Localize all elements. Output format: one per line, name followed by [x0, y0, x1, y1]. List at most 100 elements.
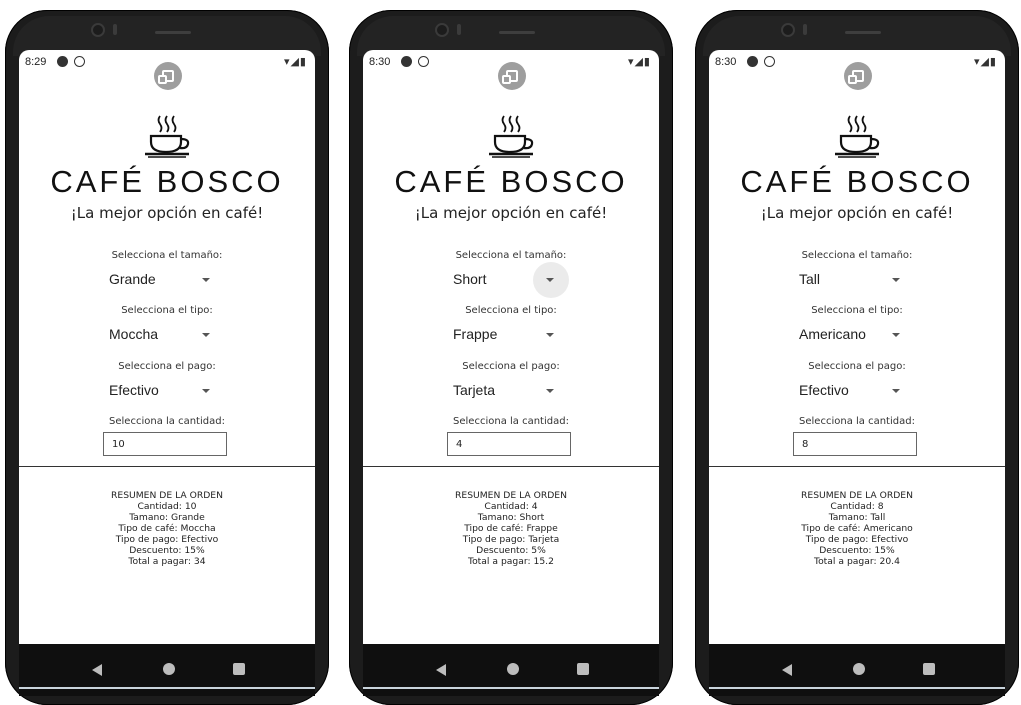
summary-payment-type: Tipo de pago: Efectivo [805, 534, 909, 545]
at-sign-icon [418, 56, 429, 67]
size-spinner[interactable]: Grande [109, 268, 225, 292]
summary-coffee-type: Tipo de café: Americano [801, 523, 913, 534]
summary-title: RESUMEN DE LA ORDEN [801, 490, 913, 501]
size-label: Selecciona el tamaño: [455, 250, 567, 261]
type-value: Moccha [109, 326, 159, 342]
wifi-signal-battery-icons: ▾◢▮ [283, 55, 307, 68]
size-spinner[interactable]: Tall [799, 268, 915, 292]
size-value: Grande [109, 271, 156, 287]
back-triangle-icon[interactable] [92, 664, 102, 676]
type-spinner[interactable]: Moccha [109, 323, 225, 347]
at-sign-icon [764, 56, 775, 67]
type-label: Selecciona el tipo: [121, 305, 213, 316]
summary-discount: Descuento: 15% [819, 545, 895, 556]
quantity-label: Selecciona la cantidad: [799, 416, 915, 427]
front-camera [781, 23, 795, 37]
summary-size: Tamano: Tall [828, 512, 886, 523]
quantity-input[interactable]: 10 [103, 432, 227, 456]
payment-label: Selecciona el pago: [462, 361, 560, 372]
payment-spinner[interactable]: Tarjeta [453, 379, 569, 403]
summary-quantity: Cantidad: 8 [830, 501, 884, 512]
payment-value: Efectivo [799, 382, 849, 398]
quantity-input[interactable]: 8 [793, 432, 917, 456]
coffee-cup-icon [489, 115, 534, 158]
sensor [803, 24, 807, 35]
back-triangle-icon[interactable] [436, 664, 446, 676]
status-time: 8:29 [25, 56, 47, 68]
dropdown-arrow-icon [546, 333, 554, 337]
back-triangle-icon[interactable] [782, 664, 792, 676]
home-circle-icon[interactable] [853, 663, 865, 675]
dropdown-arrow-icon [202, 333, 210, 337]
sensor [113, 24, 117, 35]
home-circle-icon[interactable] [507, 663, 519, 675]
tagline: ¡La mejor opción en café! [414, 204, 608, 222]
tagline: ¡La mejor opción en café! [70, 204, 264, 222]
summary-payment-type: Tipo de pago: Efectivo [115, 534, 219, 545]
type-label: Selecciona el tipo: [811, 305, 903, 316]
rotate-screen-button[interactable] [844, 62, 872, 90]
dropdown-arrow-icon [892, 333, 900, 337]
coffee-cup-icon [835, 115, 880, 158]
app-screen: 8:30 ▾◢▮ CAFÉ BOSCO ¡La mejor opción en … [363, 50, 659, 644]
status-time: 8:30 [715, 56, 737, 68]
dropdown-arrow-icon [546, 278, 554, 282]
payment-spinner[interactable]: Efectivo [109, 379, 225, 403]
gesture-line [363, 687, 659, 689]
summary-size: Tamano: Grande [129, 512, 205, 523]
summary-quantity: Cantidad: 10 [137, 501, 197, 512]
coffee-cup-icon [145, 115, 190, 158]
tagline: ¡La mejor opción en café! [760, 204, 954, 222]
rotate-screen-button[interactable] [154, 62, 182, 90]
summary-total: Total a pagar: 20.4 [814, 556, 900, 567]
android-notification-icon [747, 56, 758, 67]
quantity-label: Selecciona la cantidad: [109, 416, 225, 427]
phone-2: 8:30 ▾◢▮ CAFÉ BOSCO ¡La mejor opción en … [349, 10, 673, 705]
size-label: Selecciona el tamaño: [801, 250, 913, 261]
summary-total: Total a pagar: 34 [128, 556, 206, 567]
summary-discount: Descuento: 5% [476, 545, 546, 556]
rotate-screen-icon [158, 70, 174, 84]
divider [709, 466, 1005, 467]
summary-coffee-type: Tipo de café: Frappe [464, 523, 558, 534]
recent-apps-square-icon[interactable] [923, 663, 935, 675]
phone-1: 8:29 ▾◢▮ CAFÉ BOSCO ¡La mejor opción en … [5, 10, 329, 705]
summary-quantity: Cantidad: 4 [484, 501, 538, 512]
size-spinner[interactable]: Short [453, 262, 569, 298]
divider [19, 466, 315, 467]
recent-apps-square-icon[interactable] [577, 663, 589, 675]
summary-discount: Descuento: 15% [129, 545, 205, 556]
wifi-signal-battery-icons: ▾◢▮ [973, 55, 997, 68]
quantity-input[interactable]: 4 [447, 432, 571, 456]
summary-payment-type: Tipo de pago: Tarjeta [462, 534, 560, 545]
dropdown-arrow-icon [892, 278, 900, 282]
home-circle-icon[interactable] [163, 663, 175, 675]
size-value: Short [453, 271, 487, 287]
status-time: 8:30 [369, 56, 391, 68]
summary-total: Total a pagar: 15.2 [468, 556, 554, 567]
summary-coffee-type: Tipo de café: Moccha [118, 523, 216, 534]
quantity-label: Selecciona la cantidad: [453, 416, 569, 427]
order-summary: RESUMEN DE LA ORDEN Cantidad: 4 Tamano: … [363, 490, 659, 567]
rotate-screen-button[interactable] [498, 62, 526, 90]
gesture-line [709, 687, 1005, 689]
app-screen: 8:29 ▾◢▮ CAFÉ BOSCO ¡La mejor opción en … [19, 50, 315, 644]
type-value: Frappe [453, 326, 498, 342]
payment-label: Selecciona el pago: [118, 361, 216, 372]
type-spinner[interactable]: Americano [799, 323, 915, 347]
front-camera [435, 23, 449, 37]
sensor [457, 24, 461, 35]
type-value: Americano [799, 326, 866, 342]
payment-spinner[interactable]: Efectivo [799, 379, 915, 403]
speaker-grille [155, 31, 191, 34]
brand-title: CAFÉ BOSCO [740, 164, 974, 199]
type-label: Selecciona el tipo: [465, 305, 557, 316]
type-spinner[interactable]: Frappe [453, 323, 569, 347]
divider [363, 466, 659, 467]
brand-title: CAFÉ BOSCO [50, 164, 284, 199]
brand-title: CAFÉ BOSCO [394, 164, 628, 199]
recent-apps-square-icon[interactable] [233, 663, 245, 675]
android-notification-icon [401, 56, 412, 67]
order-summary: RESUMEN DE LA ORDEN Cantidad: 8 Tamano: … [709, 490, 1005, 567]
app-screen: 8:30 ▾◢▮ CAFÉ BOSCO ¡La mejor opción en … [709, 50, 1005, 644]
